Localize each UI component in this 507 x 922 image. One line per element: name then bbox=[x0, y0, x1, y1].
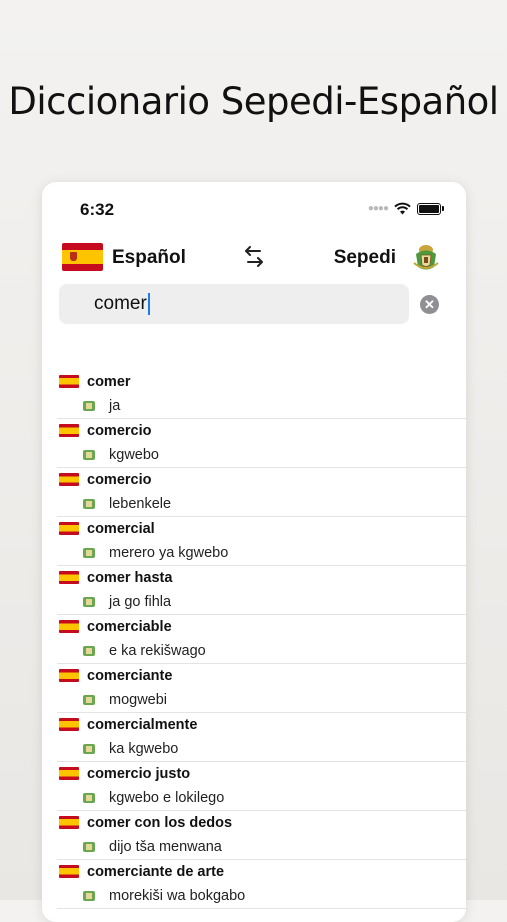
list-item[interactable]: comercio lebenkele bbox=[57, 468, 466, 517]
south-africa-emblem-icon bbox=[83, 401, 95, 411]
entry-word: comercio bbox=[87, 423, 152, 439]
phone-screen: 6:32 ●●●● Español Sepedi comer ✕ comer j… bbox=[42, 182, 466, 922]
signal-icon: ●●●● bbox=[367, 203, 389, 214]
list-item[interactable]: comerciable e ka rekišwago bbox=[57, 615, 466, 664]
search-input-value: comer bbox=[94, 293, 147, 314]
south-africa-emblem-icon bbox=[83, 842, 95, 852]
entry-translation: ja bbox=[109, 398, 121, 414]
list-item[interactable]: comercial merero ya kgwebo bbox=[57, 517, 466, 566]
entry-word: comercialmente bbox=[87, 717, 198, 733]
south-africa-emblem-icon bbox=[83, 450, 95, 460]
entry-translation: ja go fihla bbox=[109, 594, 172, 610]
entry-word: comercio bbox=[87, 472, 152, 488]
source-language[interactable]: Español bbox=[112, 247, 186, 269]
swap-arrows-icon[interactable] bbox=[240, 243, 268, 271]
south-africa-emblem-icon bbox=[83, 499, 95, 509]
results-list: comer ja comercio kgwebo comercio lebenk… bbox=[42, 370, 466, 909]
list-item[interactable]: comerciante de arte morekiši wa bokgabo bbox=[57, 860, 466, 909]
south-africa-emblem-icon bbox=[83, 597, 95, 607]
entry-word: comerciable bbox=[87, 619, 172, 635]
search-input[interactable]: comer bbox=[59, 284, 409, 324]
text-caret bbox=[147, 293, 150, 315]
list-item[interactable]: comercialmente ka kgwebo bbox=[57, 713, 466, 762]
spain-flag-icon bbox=[59, 816, 79, 829]
list-item[interactable]: comer ja bbox=[57, 370, 466, 419]
spain-flag-icon bbox=[59, 718, 79, 731]
south-africa-emblem-icon bbox=[83, 548, 95, 558]
entry-word: comercio justo bbox=[87, 766, 191, 782]
clear-search-icon[interactable]: ✕ bbox=[420, 295, 439, 314]
entry-word: comerciante de arte bbox=[87, 864, 225, 880]
wifi-icon bbox=[394, 202, 411, 215]
entry-word: comer con los dedos bbox=[87, 815, 233, 831]
spain-flag-icon bbox=[59, 571, 79, 584]
entry-word: comercial bbox=[87, 521, 155, 537]
entry-translation: kgwebo bbox=[109, 447, 159, 463]
list-item[interactable]: comercio justo kgwebo e lokilego bbox=[57, 762, 466, 811]
entry-translation: e ka rekišwago bbox=[109, 643, 206, 659]
list-item[interactable]: comercio kgwebo bbox=[57, 419, 466, 468]
south-africa-emblem-icon bbox=[83, 793, 95, 803]
entry-translation: merero ya kgwebo bbox=[109, 545, 229, 561]
battery-tip bbox=[442, 206, 444, 211]
entry-translation: morekiši wa bokgabo bbox=[109, 888, 246, 904]
spain-flag-icon bbox=[59, 620, 79, 633]
spain-flag-icon bbox=[59, 522, 79, 535]
spain-flag-icon bbox=[59, 375, 79, 388]
status-bar: 6:32 ●●●● bbox=[42, 182, 466, 228]
entry-translation: dijo tša menwana bbox=[109, 839, 222, 855]
south-africa-emblem-icon bbox=[83, 646, 95, 656]
south-africa-emblem-icon bbox=[83, 891, 95, 901]
spain-flag-icon bbox=[59, 767, 79, 780]
south-africa-emblem-icon bbox=[83, 744, 95, 754]
spain-flag-icon bbox=[59, 865, 79, 878]
spain-flag-icon bbox=[59, 424, 79, 437]
south-africa-emblem-icon[interactable] bbox=[410, 241, 442, 273]
entry-translation: ka kgwebo bbox=[109, 741, 179, 757]
entry-word: comer bbox=[87, 374, 131, 390]
entry-translation: kgwebo e lokilego bbox=[109, 790, 225, 806]
status-icons: ●●●● bbox=[368, 202, 444, 215]
entry-translation: mogwebi bbox=[109, 692, 168, 708]
list-item[interactable]: comer hasta ja go fihla bbox=[57, 566, 466, 615]
entry-word: comer hasta bbox=[87, 570, 173, 586]
spain-flag-icon[interactable] bbox=[62, 243, 103, 271]
language-bar: Español Sepedi bbox=[42, 240, 466, 276]
list-item[interactable]: comerciante mogwebi bbox=[57, 664, 466, 713]
status-time: 6:32 bbox=[80, 200, 115, 219]
banner-title: Diccionario Sepedi-Español bbox=[8, 80, 499, 123]
entry-word: comerciante bbox=[87, 668, 173, 684]
spain-flag-icon bbox=[59, 669, 79, 682]
spain-flag-icon bbox=[59, 473, 79, 486]
entry-translation: lebenkele bbox=[109, 496, 172, 512]
battery-icon bbox=[417, 202, 441, 215]
list-item[interactable]: comer con los dedos dijo tša menwana bbox=[57, 811, 466, 860]
target-language[interactable]: Sepedi bbox=[334, 247, 396, 269]
south-africa-emblem-icon bbox=[83, 695, 95, 705]
